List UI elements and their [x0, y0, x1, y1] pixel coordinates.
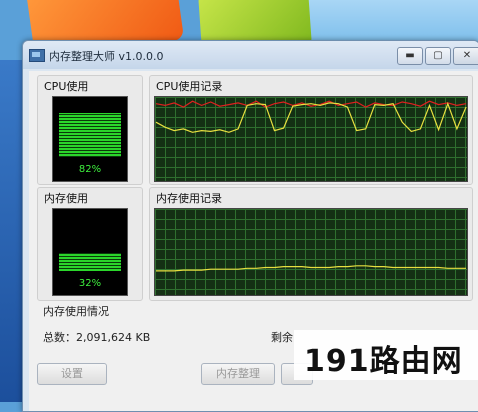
memory-history-graph — [154, 208, 468, 296]
cpu-usage-panel: CPU使用 82% — [37, 75, 143, 185]
cpu-svg-series-line-1 — [155, 101, 467, 133]
memory-usage-panel: 内存使用 32% — [37, 187, 143, 301]
close-button[interactable]: ✕ — [453, 47, 478, 65]
minimize-button[interactable]: ▬ — [397, 47, 423, 65]
cpu-usage-label: CPU使用 — [44, 80, 89, 93]
cpu-gauge: 82% — [52, 96, 128, 182]
memory-info-section-label: 内存使用情况 — [43, 305, 109, 318]
settings-button[interactable]: 设置 — [37, 363, 107, 385]
cpu-percent: 82% — [78, 164, 102, 175]
cpu-history-graph — [154, 96, 468, 182]
app-icon — [29, 49, 45, 62]
cpu-history-chart — [155, 100, 467, 133]
memory-history-chart — [156, 265, 466, 272]
watermark-text: 191路由网 — [304, 344, 463, 379]
cpu-history-panel: CPU使用记录 — [149, 75, 473, 185]
memory-total: 总数：2,091,624 KB — [43, 331, 151, 344]
watermark: 191路由网 — [294, 330, 478, 380]
memory-remaining-label: 剩余 — [271, 331, 293, 344]
mem-svg-series-line-0 — [156, 265, 466, 272]
cpu-gauge-empty — [59, 103, 121, 113]
cpu-gauge-bars — [59, 103, 121, 157]
maximize-button[interactable]: ▢ — [425, 47, 451, 65]
memory-usage-label: 内存使用 — [44, 192, 88, 205]
memory-history-panel: 内存使用记录 — [149, 187, 473, 301]
memory-gauge-empty — [59, 215, 121, 254]
window-title: 内存整理大师 v1.0.0.0 — [49, 50, 164, 63]
organize-memory-button[interactable]: 内存整理 — [201, 363, 275, 385]
memory-gauge-bars — [59, 215, 121, 271]
memory-history-label: 内存使用记录 — [156, 192, 222, 205]
memory-gauge: 32% — [52, 208, 128, 296]
memory-percent: 32% — [78, 278, 102, 289]
cpu-history-label: CPU使用记录 — [156, 80, 223, 93]
title-bar[interactable]: 内存整理大师 v1.0.0.0 ▬ ▢ ✕ — [23, 41, 478, 69]
